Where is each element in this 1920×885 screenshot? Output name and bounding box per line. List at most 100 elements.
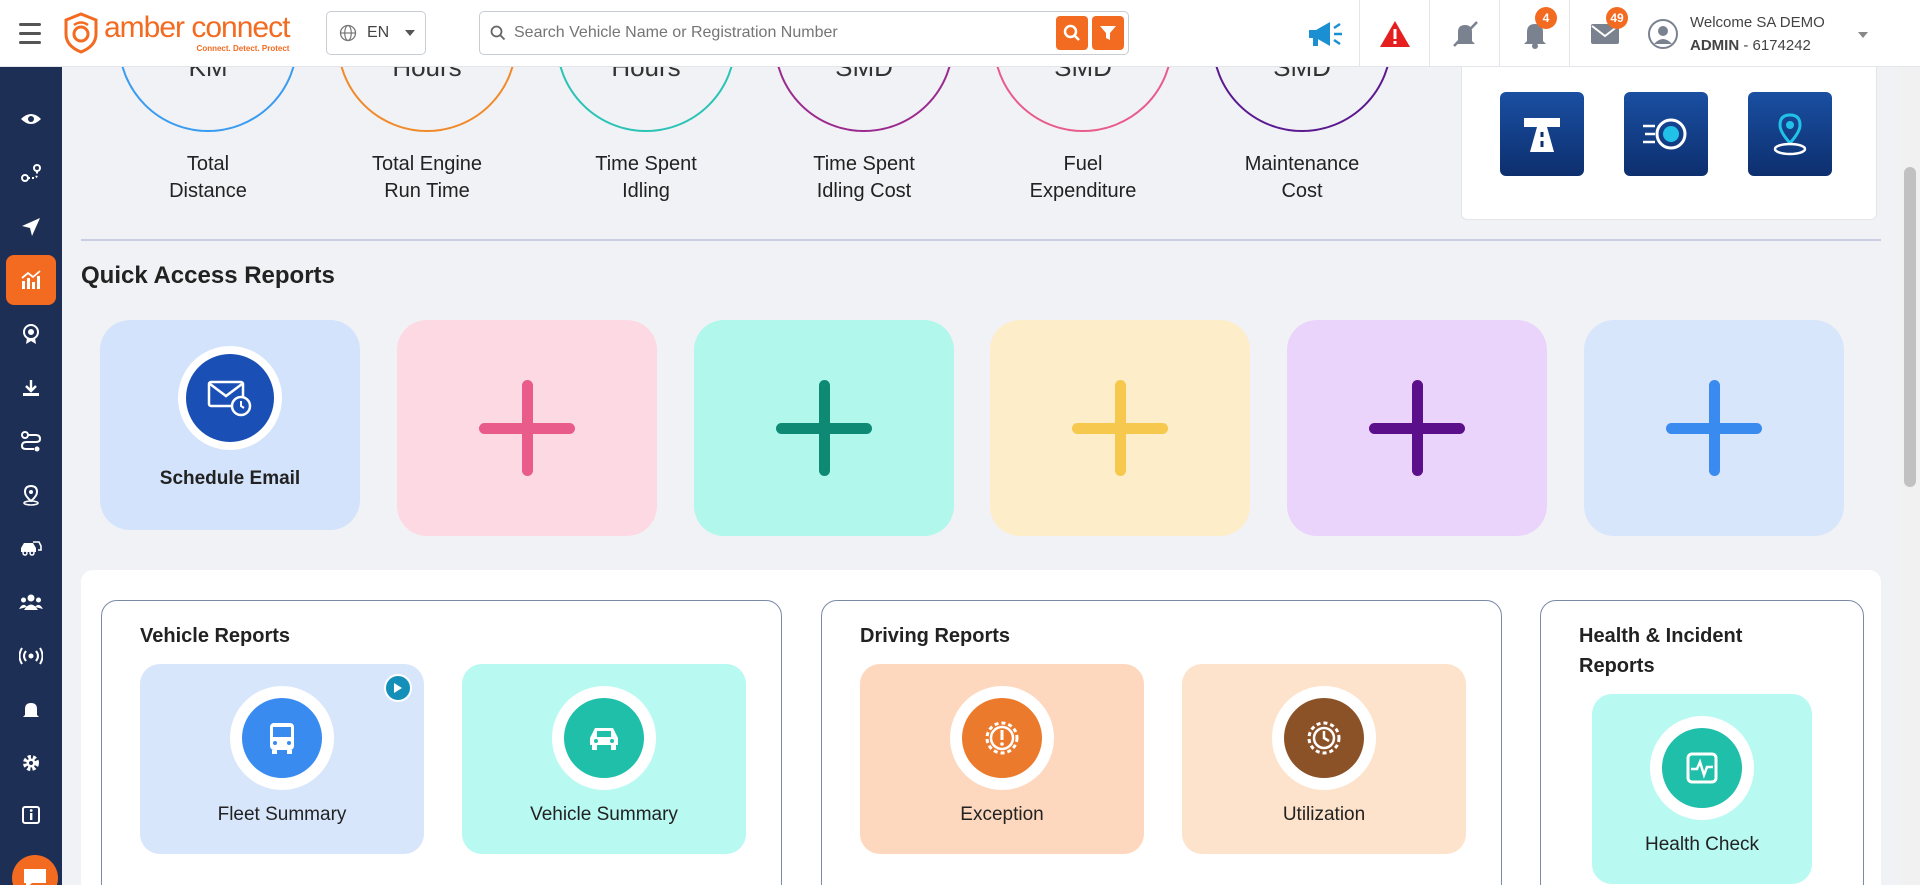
metric-label: Total Engine Run Time [317,151,537,205]
reports-container: Vehicle Reports Fleet Summary Vehicle Su… [81,570,1881,885]
heartbeat-icon [1686,752,1718,784]
cars-icon [21,541,42,556]
metric-label: Time Spent Idling Cost [754,151,974,205]
page-scrollbar[interactable] [1900,67,1920,885]
quick-link-speed[interactable] [1624,92,1708,176]
sidebar-item-settings[interactable] [0,736,62,790]
top-bar: amber connect Connect. Detect. Protect E… [0,0,1920,67]
metric-label-line2: Expenditure [1029,180,1137,202]
announcements-button[interactable] [1290,0,1360,67]
utilization-card[interactable]: Utilization [1182,664,1466,854]
megaphone-icon [1308,21,1342,46]
scrollbar-thumb[interactable] [1904,167,1916,487]
user-menu[interactable]: Welcome SA DEMO ADMIN - 6174242 [1648,0,1868,67]
fleet-summary-label: Fleet Summary [217,804,347,825]
play-video-button[interactable] [384,674,412,702]
filter-button[interactable] [1092,16,1124,50]
vehicle-summary-label: Vehicle Summary [530,804,678,825]
exception-label: Exception [960,804,1044,825]
car-icon [590,728,618,750]
mail-clock-icon [207,380,252,417]
sidebar [0,67,62,885]
logo-title: amber connect [104,11,290,44]
sidebar-item-users[interactable] [0,575,62,629]
navigation-arrow-icon [22,218,40,236]
metric-label-line1: Fuel [1063,153,1103,175]
bus-icon [270,723,294,754]
messages-count-badge: 49 [1606,7,1628,29]
quick-access-title: Quick Access Reports [81,262,335,289]
metric-label-line2: Idling Cost [816,180,912,202]
vehicle-reports-group: Vehicle Reports Fleet Summary Vehicle Su… [101,600,782,885]
signal-icon [19,647,43,665]
add-quick-access-button[interactable] [990,320,1250,536]
plus-icon [776,380,872,476]
metric-label-line2: Distance [169,180,247,202]
metric-label-line2: Run Time [384,180,470,202]
add-quick-access-button[interactable] [1287,320,1547,536]
search-icon [490,25,506,41]
sidebar-item-locations[interactable] [0,468,62,522]
add-quick-access-button[interactable] [1584,320,1844,536]
metric-label: Fuel Expenditure [973,151,1193,205]
globe-icon [339,24,357,42]
trip-icon [20,431,42,452]
sidebar-item-routes[interactable] [0,146,62,200]
notifications-button[interactable]: 4 [1500,0,1570,67]
metric-label: Maintenance Cost [1192,151,1412,205]
sidebar-item-alerts[interactable] [0,683,62,737]
award-icon [23,324,39,344]
quick-link-highway[interactable] [1500,92,1584,176]
chart-icon [21,270,41,289]
sidebar-item-vehicles[interactable] [0,521,62,575]
search-icon [1063,24,1080,41]
logo-tagline: Connect. Detect. Protect [196,44,290,53]
health-check-card[interactable]: Health Check [1592,694,1812,884]
fleet-summary-card[interactable]: Fleet Summary [140,664,424,854]
speed-wheel-icon [1643,118,1687,150]
chevron-down-icon [405,30,416,36]
info-icon [22,806,40,824]
vehicle-reports-title: Vehicle Reports [140,625,291,647]
metric-label: Time Spent Idling [536,151,756,205]
section-divider [81,239,1881,241]
schedule-email-icon-bg [186,354,274,442]
add-quick-access-button[interactable] [694,320,954,536]
metric-label-line1: Maintenance [1244,153,1360,175]
chevron-down-icon [1858,32,1868,38]
sidebar-item-info[interactable] [0,788,62,842]
vehicle-summary-card[interactable]: Vehicle Summary [462,664,746,854]
sidebar-item-live-tracking[interactable] [0,92,62,146]
quick-access-schedule-email[interactable]: Schedule Email [100,320,360,530]
language-select[interactable]: EN [326,11,426,55]
driving-reports-group: Driving Reports Exception Utilization [821,600,1502,885]
users-icon [19,594,43,610]
search-button[interactable] [1056,16,1088,50]
exception-card[interactable]: Exception [860,664,1144,854]
user-role: ADMIN [1690,36,1740,54]
user-id: - 6174242 [1739,36,1811,54]
sidebar-item-downloads[interactable] [0,361,62,415]
sidebar-item-navigation[interactable] [0,200,62,254]
plus-icon [1072,380,1168,476]
health-title-line2: Reports [1579,655,1655,677]
menu-toggle-button[interactable] [0,0,60,67]
health-incident-reports-group: Health & Incident Reports Health Check [1540,600,1864,885]
sidebar-item-devices[interactable] [0,629,62,683]
add-quick-access-button[interactable] [397,320,657,536]
vehicle-search [479,11,1129,55]
health-title-line1: Health & Incident [1579,625,1743,647]
driving-reports-title: Driving Reports [860,625,1011,647]
mute-notifications-button[interactable] [1430,0,1500,67]
metric-label-line1: Time Spent [595,153,697,175]
search-input[interactable] [514,24,1056,42]
amber-logo-icon [64,12,98,54]
sidebar-item-reports[interactable] [0,253,62,307]
quick-link-location[interactable] [1748,92,1832,176]
alerts-button[interactable] [1360,0,1430,67]
messages-button[interactable]: 49 [1570,0,1640,67]
sidebar-item-trips[interactable] [0,414,62,468]
sidebar-item-badges[interactable] [0,307,62,361]
notifications-count-badge: 4 [1535,7,1557,29]
brand-logo[interactable]: amber connect Connect. Detect. Protect [60,0,310,67]
